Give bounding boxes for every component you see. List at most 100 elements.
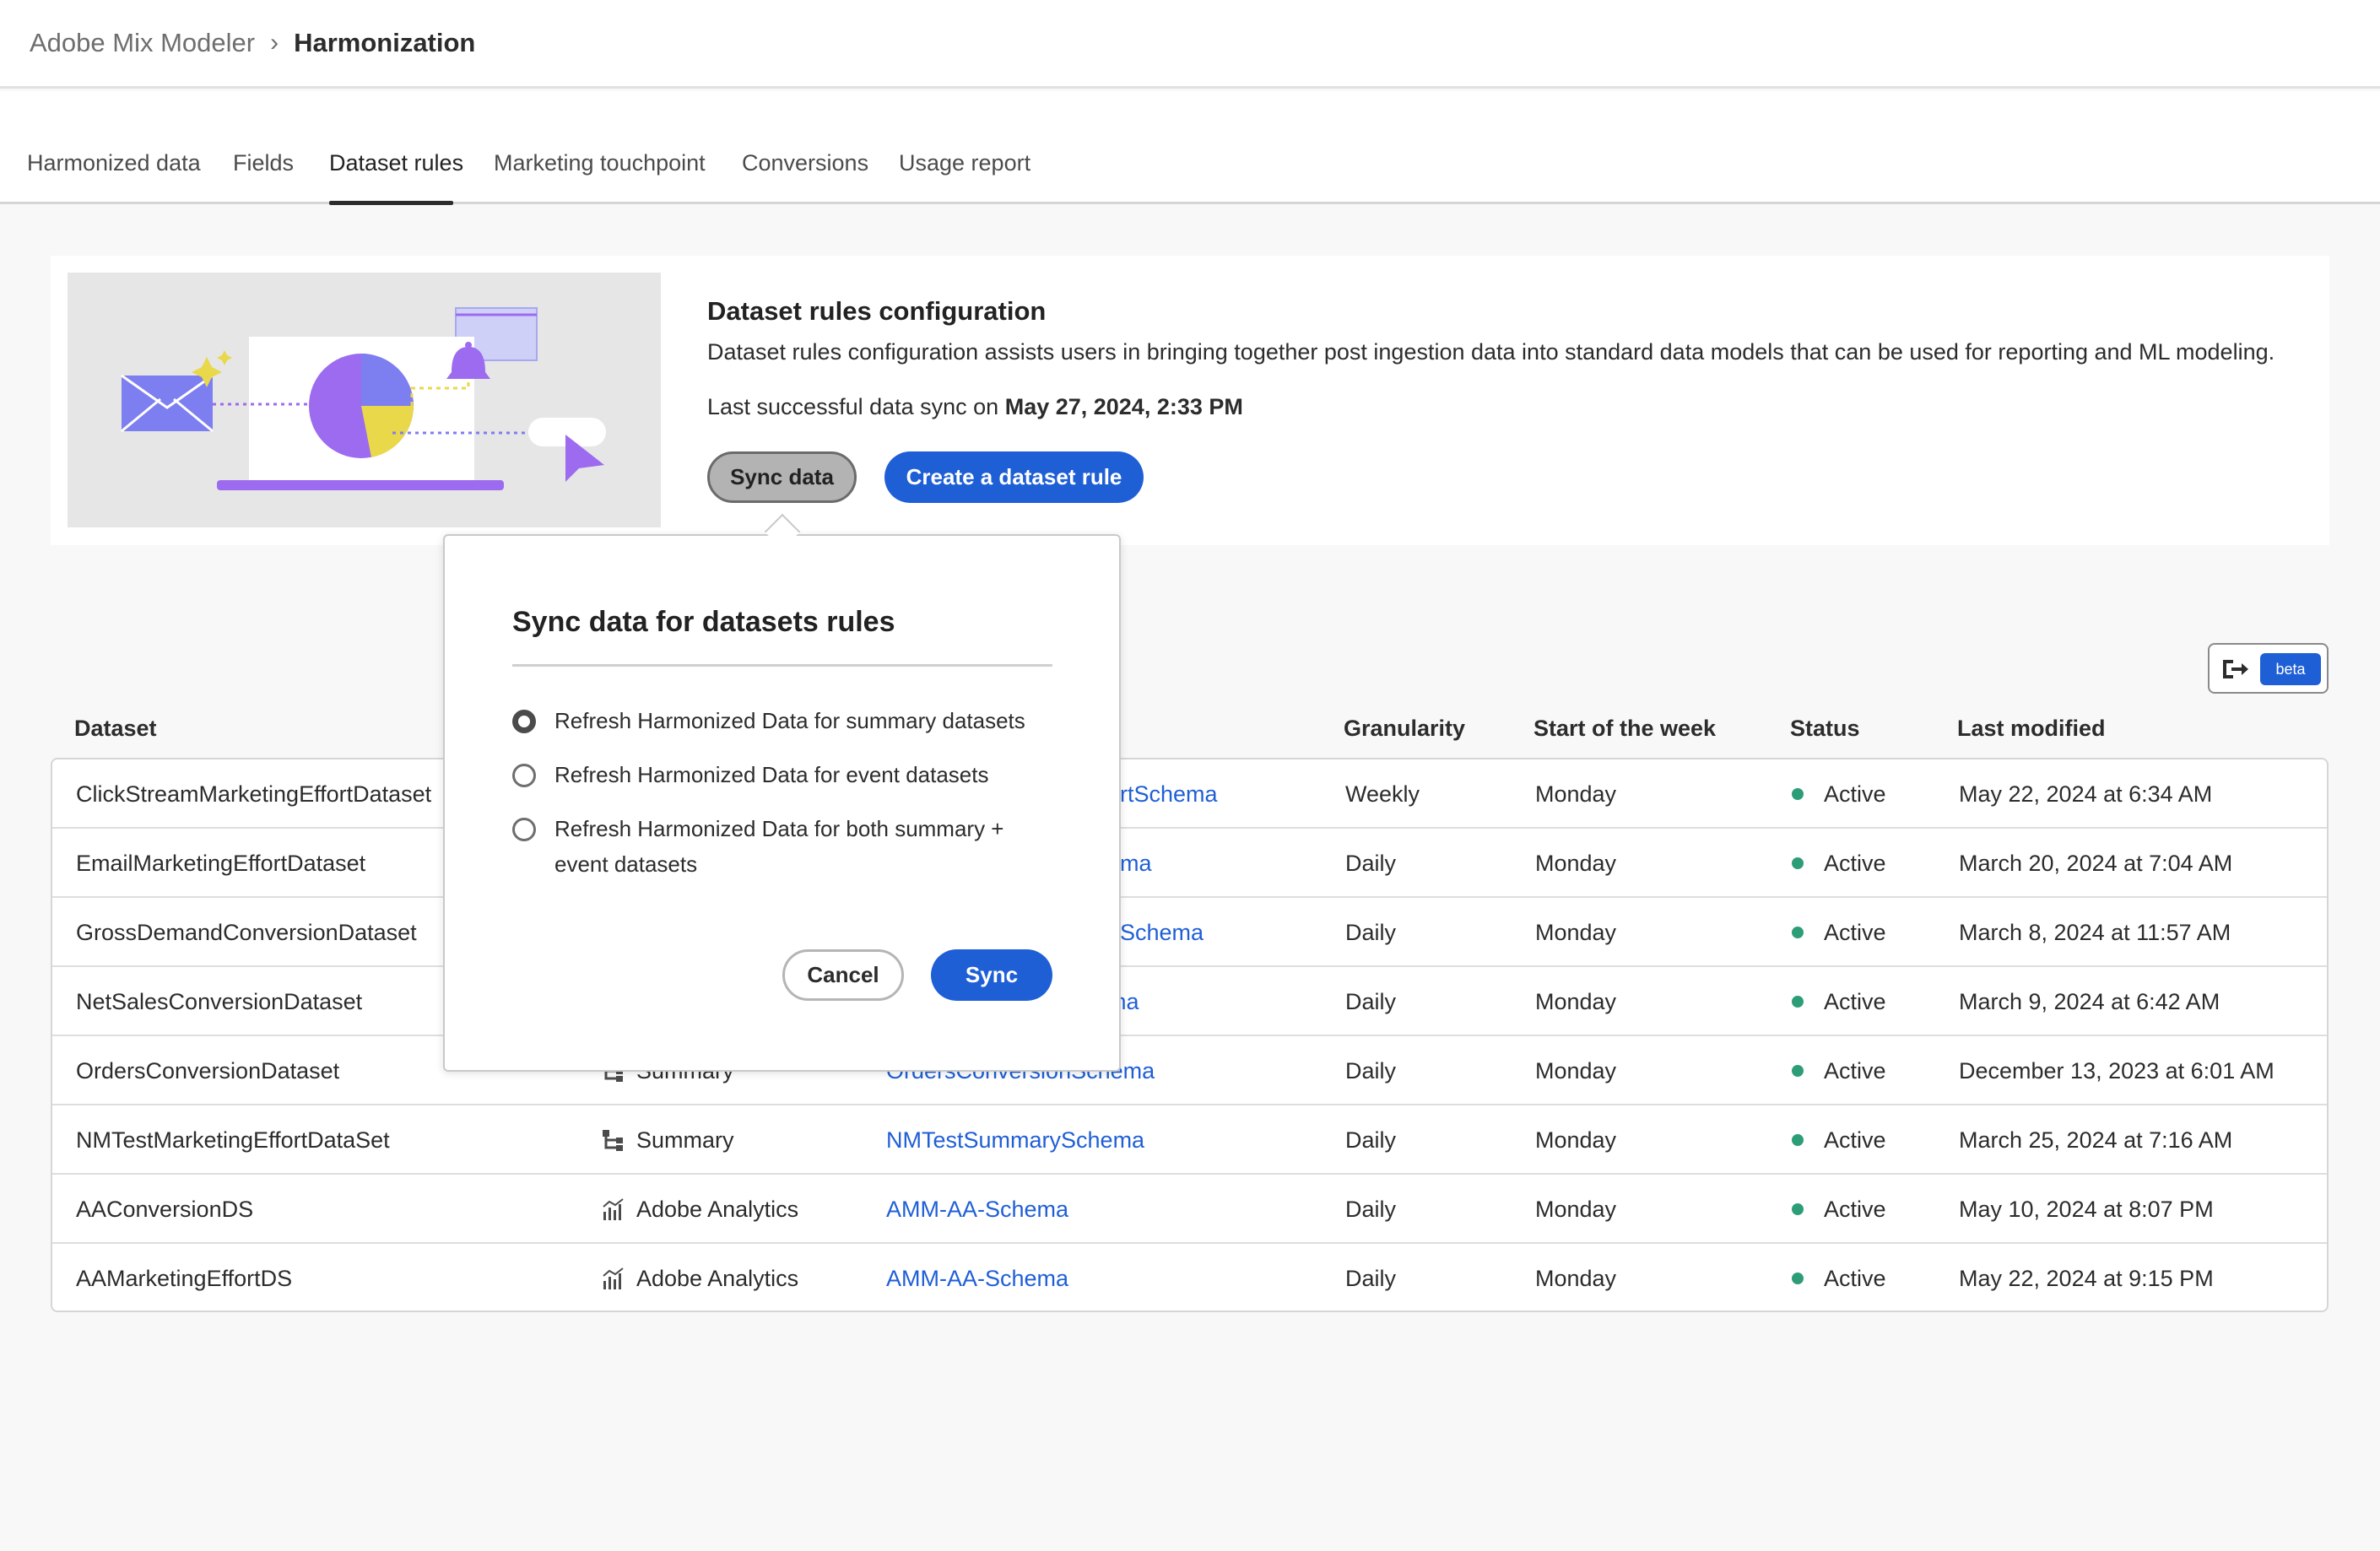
status-dot-icon xyxy=(1792,927,1804,938)
analytics-chart-icon xyxy=(603,1198,624,1220)
status-badge: Active xyxy=(1792,829,1886,898)
column-header-dataset[interactable]: Dataset xyxy=(74,716,157,742)
tab-harmonized-data[interactable]: Harmonized data xyxy=(27,150,201,176)
week-start: Monday xyxy=(1535,1265,1617,1291)
granularity: Daily xyxy=(1345,1127,1397,1153)
page-title: Harmonization xyxy=(294,28,476,57)
status-dot-icon xyxy=(1792,996,1804,1008)
radio-option-event[interactable]: Refresh Harmonized Data for event datase… xyxy=(512,762,1027,792)
source-type: Adobe Analytics xyxy=(601,1244,798,1311)
table-row[interactable]: EmailMarketingEffortDataset ema Daily Mo… xyxy=(52,829,2327,898)
column-header-last-modified[interactable]: Last modified xyxy=(1957,716,2106,742)
table-row[interactable]: AAConversionDS Adobe Analytics AMM-AA-Sc… xyxy=(52,1175,2327,1244)
dataset-name: NetSalesConversionDataset xyxy=(76,988,363,1014)
create-dataset-rule-button[interactable]: Create a dataset rule xyxy=(884,451,1144,503)
dataset-name: AAConversionDS xyxy=(76,1196,254,1222)
week-start: Monday xyxy=(1535,781,1617,807)
granularity: Daily xyxy=(1345,919,1397,945)
schema-link[interactable]: AMM-AA-Schema xyxy=(886,1244,1068,1311)
status-dot-icon xyxy=(1792,1134,1804,1146)
dataset-name: AAMarketingEffortDS xyxy=(76,1265,293,1291)
sync-data-button[interactable]: Sync data xyxy=(707,451,857,503)
dataset-rules-table: ClickStreamMarketingEffortDataset ortSch… xyxy=(51,758,2329,1312)
status-dot-icon xyxy=(1792,857,1804,869)
granularity: Daily xyxy=(1345,1196,1397,1222)
status-label: Active xyxy=(1824,988,1886,1014)
flow-arrow-icon xyxy=(2223,660,2248,678)
analytics-chart-icon xyxy=(603,1267,624,1289)
tab-fields[interactable]: Fields xyxy=(233,150,294,176)
tab-conversions[interactable]: Conversions xyxy=(742,150,868,176)
tab-marketing-touchpoint[interactable]: Marketing touchpoint xyxy=(494,150,706,176)
radio-button-checked[interactable] xyxy=(512,710,536,733)
source-type: Adobe Analytics xyxy=(601,1175,798,1244)
last-modified: March 20, 2024 at 7:04 AM xyxy=(1959,850,2233,876)
dataset-name: ClickStreamMarketingEffortDataset xyxy=(76,781,432,807)
sync-button[interactable]: Sync xyxy=(931,949,1052,1001)
status-badge: Active xyxy=(1792,1244,1886,1311)
card-title: Dataset rules configuration xyxy=(707,296,1047,326)
table-row[interactable]: ClickStreamMarketingEffortDataset ortSch… xyxy=(52,759,2327,829)
granularity: Daily xyxy=(1345,1057,1397,1084)
card-description: Dataset rules configuration assists user… xyxy=(707,339,2275,365)
week-start: Monday xyxy=(1535,1127,1617,1153)
dataset-name: GrossDemandConversionDataset xyxy=(76,919,417,945)
source-label: Summary xyxy=(636,1127,734,1153)
schema-link[interactable]: AMM-AA-Schema xyxy=(886,1175,1068,1244)
table-row[interactable]: NetSalesConversionDataset ma Daily Monda… xyxy=(52,967,2327,1036)
status-badge: Active xyxy=(1792,1175,1886,1244)
column-header-granularity[interactable]: Granularity xyxy=(1344,716,1465,742)
radio-button[interactable] xyxy=(512,818,536,841)
table-row[interactable]: AAMarketingEffortDS Adobe Analytics AMM-… xyxy=(52,1244,2327,1311)
radio-option-both[interactable]: Refresh Harmonized Data for both summary… xyxy=(512,816,1027,882)
status-badge: Active xyxy=(1792,898,1886,967)
status-dot-icon xyxy=(1792,788,1804,800)
breadcrumb-root[interactable]: Adobe Mix Modeler xyxy=(30,28,255,58)
column-header-week-start[interactable]: Start of the week xyxy=(1533,716,1716,742)
hero-illustration xyxy=(68,273,661,527)
radio-option-summary[interactable]: Refresh Harmonized Data for summary data… xyxy=(512,708,1027,738)
granularity: Daily xyxy=(1345,1265,1397,1291)
last-modified: May 22, 2024 at 6:34 AM xyxy=(1959,781,2213,807)
cancel-button[interactable]: Cancel xyxy=(782,949,904,1001)
table-row[interactable]: OrdersConversionDataset Summary OrdersCo… xyxy=(52,1036,2327,1105)
radio-label: Refresh Harmonized Data for summary data… xyxy=(554,708,1025,733)
radio-label: Refresh Harmonized Data for both summary… xyxy=(554,816,1004,877)
source-label: Adobe Analytics xyxy=(636,1196,799,1222)
popover-title: Sync data for datasets rules xyxy=(512,606,895,638)
app-header: Adobe Mix Modeler › Harmonization xyxy=(0,0,2380,89)
status-badge: Active xyxy=(1792,1036,1886,1105)
active-tab-indicator xyxy=(329,201,453,205)
dataset-rules-card: Dataset rules configuration Dataset rule… xyxy=(51,256,2329,545)
last-modified: March 25, 2024 at 7:16 AM xyxy=(1959,1127,2233,1153)
table-row[interactable]: GrossDemandConversionDataset nSchema Dai… xyxy=(52,898,2327,967)
granularity: Weekly xyxy=(1345,781,1420,807)
tab-dataset-rules[interactable]: Dataset rules xyxy=(329,150,463,176)
summary-hierarchy-icon xyxy=(603,1130,623,1151)
status-label: Active xyxy=(1824,1196,1886,1222)
tab-usage-report[interactable]: Usage report xyxy=(899,150,1030,176)
popover-divider xyxy=(512,664,1052,667)
last-sync-label: Last successful data sync on xyxy=(707,394,999,419)
week-start: Monday xyxy=(1535,1196,1617,1222)
radio-label: Refresh Harmonized Data for event datase… xyxy=(554,762,989,787)
week-start: Monday xyxy=(1535,1057,1617,1084)
beta-toggle-button[interactable]: beta xyxy=(2208,643,2329,694)
status-badge: Active xyxy=(1792,1105,1886,1175)
last-sync-date: May 27, 2024, 2:33 PM xyxy=(1004,394,1243,419)
status-dot-icon xyxy=(1792,1065,1804,1077)
table-row[interactable]: NMTestMarketingEffortDataSet Summary NMT… xyxy=(52,1105,2327,1175)
schema-link[interactable]: ortSchema xyxy=(1107,759,1218,829)
radio-button[interactable] xyxy=(512,764,536,787)
chevron-right-icon: › xyxy=(270,29,279,57)
schema-link[interactable]: nSchema xyxy=(1107,898,1204,967)
column-header-status[interactable]: Status xyxy=(1790,716,1860,742)
last-sync-text: Last successful data sync on May 27, 202… xyxy=(707,394,1243,420)
sync-data-popover: Sync data for datasets rules Refresh Har… xyxy=(443,534,1121,1072)
last-modified: March 9, 2024 at 6:42 AM xyxy=(1959,988,2220,1014)
dataset-name: OrdersConversionDataset xyxy=(76,1057,340,1084)
last-modified: March 8, 2024 at 11:57 AM xyxy=(1959,919,2231,945)
last-modified: May 22, 2024 at 9:15 PM xyxy=(1959,1265,2214,1291)
status-label: Active xyxy=(1824,1127,1886,1153)
schema-link[interactable]: NMTestSummarySchema xyxy=(886,1105,1144,1175)
